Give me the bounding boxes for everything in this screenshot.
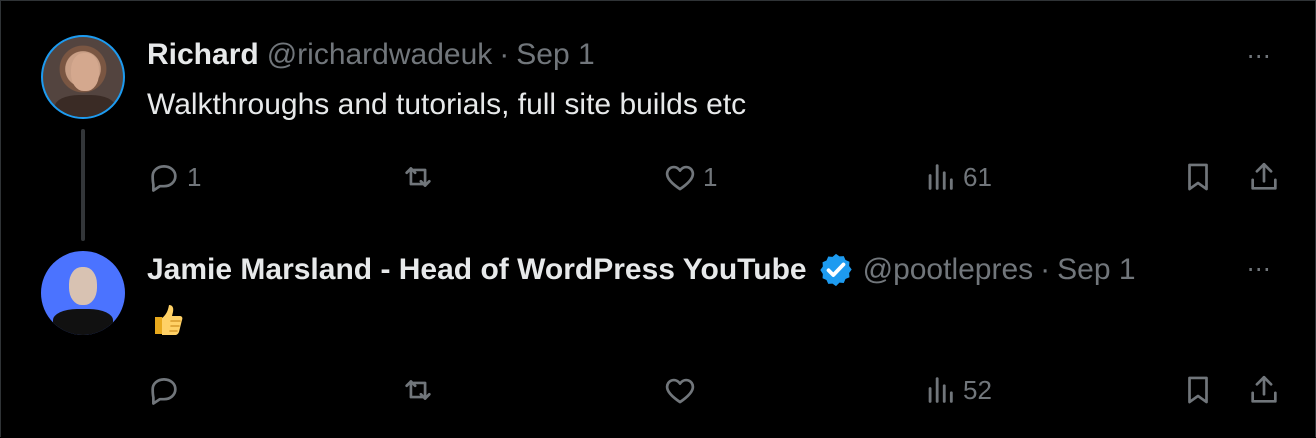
share-button[interactable] — [1247, 373, 1281, 407]
retweet-icon — [405, 380, 431, 400]
bookmark-button[interactable] — [1181, 160, 1215, 194]
tweet-actions: 1 1 61 — [147, 155, 1287, 199]
avatar-jamie[interactable] — [41, 251, 125, 335]
tweet-header: Richard @richardwadeuk · Sep 1 — [147, 35, 595, 75]
retweet-button[interactable] — [401, 160, 441, 194]
verified-badge-icon[interactable] — [817, 251, 855, 289]
views-icon — [928, 377, 953, 403]
views-button[interactable]: 61 — [923, 160, 992, 194]
like-button[interactable] — [663, 373, 703, 407]
like-button[interactable]: 1 — [663, 160, 717, 194]
bookmark-icon — [1188, 376, 1208, 404]
thumbs-up-emoji-icon — [155, 305, 183, 335]
reply-button[interactable] — [147, 373, 187, 407]
heart-icon — [665, 165, 695, 191]
user-handle[interactable]: @pootlepres — [863, 250, 1034, 290]
reply-thread: Richard @richardwadeuk · Sep 1 ⋯ Walkthr… — [0, 0, 1316, 437]
view-count: 61 — [963, 161, 992, 192]
separator-dot: · — [499, 38, 510, 71]
avatar-face — [71, 53, 99, 91]
tweet-date[interactable]: Sep 1 — [516, 35, 594, 75]
retweet-button[interactable] — [401, 373, 441, 407]
reply-icon — [151, 378, 177, 405]
display-name[interactable]: Richard — [147, 35, 259, 75]
reply-button[interactable]: 1 — [147, 160, 201, 194]
view-count: 52 — [963, 374, 992, 405]
tweet-text: Walkthroughs and tutorials, full site bu… — [147, 88, 747, 121]
avatar-face — [69, 267, 97, 305]
separator-dot: · — [1040, 253, 1051, 286]
display-name[interactable]: Jamie Marsland - Head of WordPress YouTu… — [147, 250, 807, 290]
tweet-actions: 52 — [147, 368, 1287, 412]
more-options-icon[interactable]: ⋯ — [1241, 251, 1277, 287]
like-count: 1 — [703, 161, 718, 192]
retweet-icon — [405, 167, 431, 187]
user-handle[interactable]: @richardwadeuk — [267, 35, 493, 75]
avatar-richard[interactable] — [41, 35, 125, 119]
bookmark-icon — [1188, 163, 1208, 191]
share-icon — [1251, 162, 1277, 190]
tweet-emoji-body — [147, 299, 187, 339]
avatar-shirt — [53, 309, 113, 335]
reply-count: 1 — [187, 161, 202, 192]
views-icon — [928, 164, 953, 190]
tweet-richard[interactable]: Richard @richardwadeuk · Sep 1 ⋯ Walkthr… — [1, 1, 1315, 231]
share-button[interactable] — [1247, 160, 1281, 194]
avatar-shirt — [55, 95, 115, 117]
reply-icon — [151, 165, 177, 192]
tweet-jamie[interactable]: Jamie Marsland - Head of WordPress YouTu… — [1, 231, 1315, 437]
bookmark-button[interactable] — [1181, 373, 1215, 407]
tweet-header: Jamie Marsland - Head of WordPress YouTu… — [147, 250, 1136, 290]
heart-icon — [665, 378, 695, 404]
share-icon — [1251, 375, 1277, 403]
views-button[interactable]: 52 — [923, 373, 992, 407]
tweet-date[interactable]: Sep 1 — [1057, 250, 1135, 290]
more-options-icon[interactable]: ⋯ — [1241, 38, 1277, 74]
